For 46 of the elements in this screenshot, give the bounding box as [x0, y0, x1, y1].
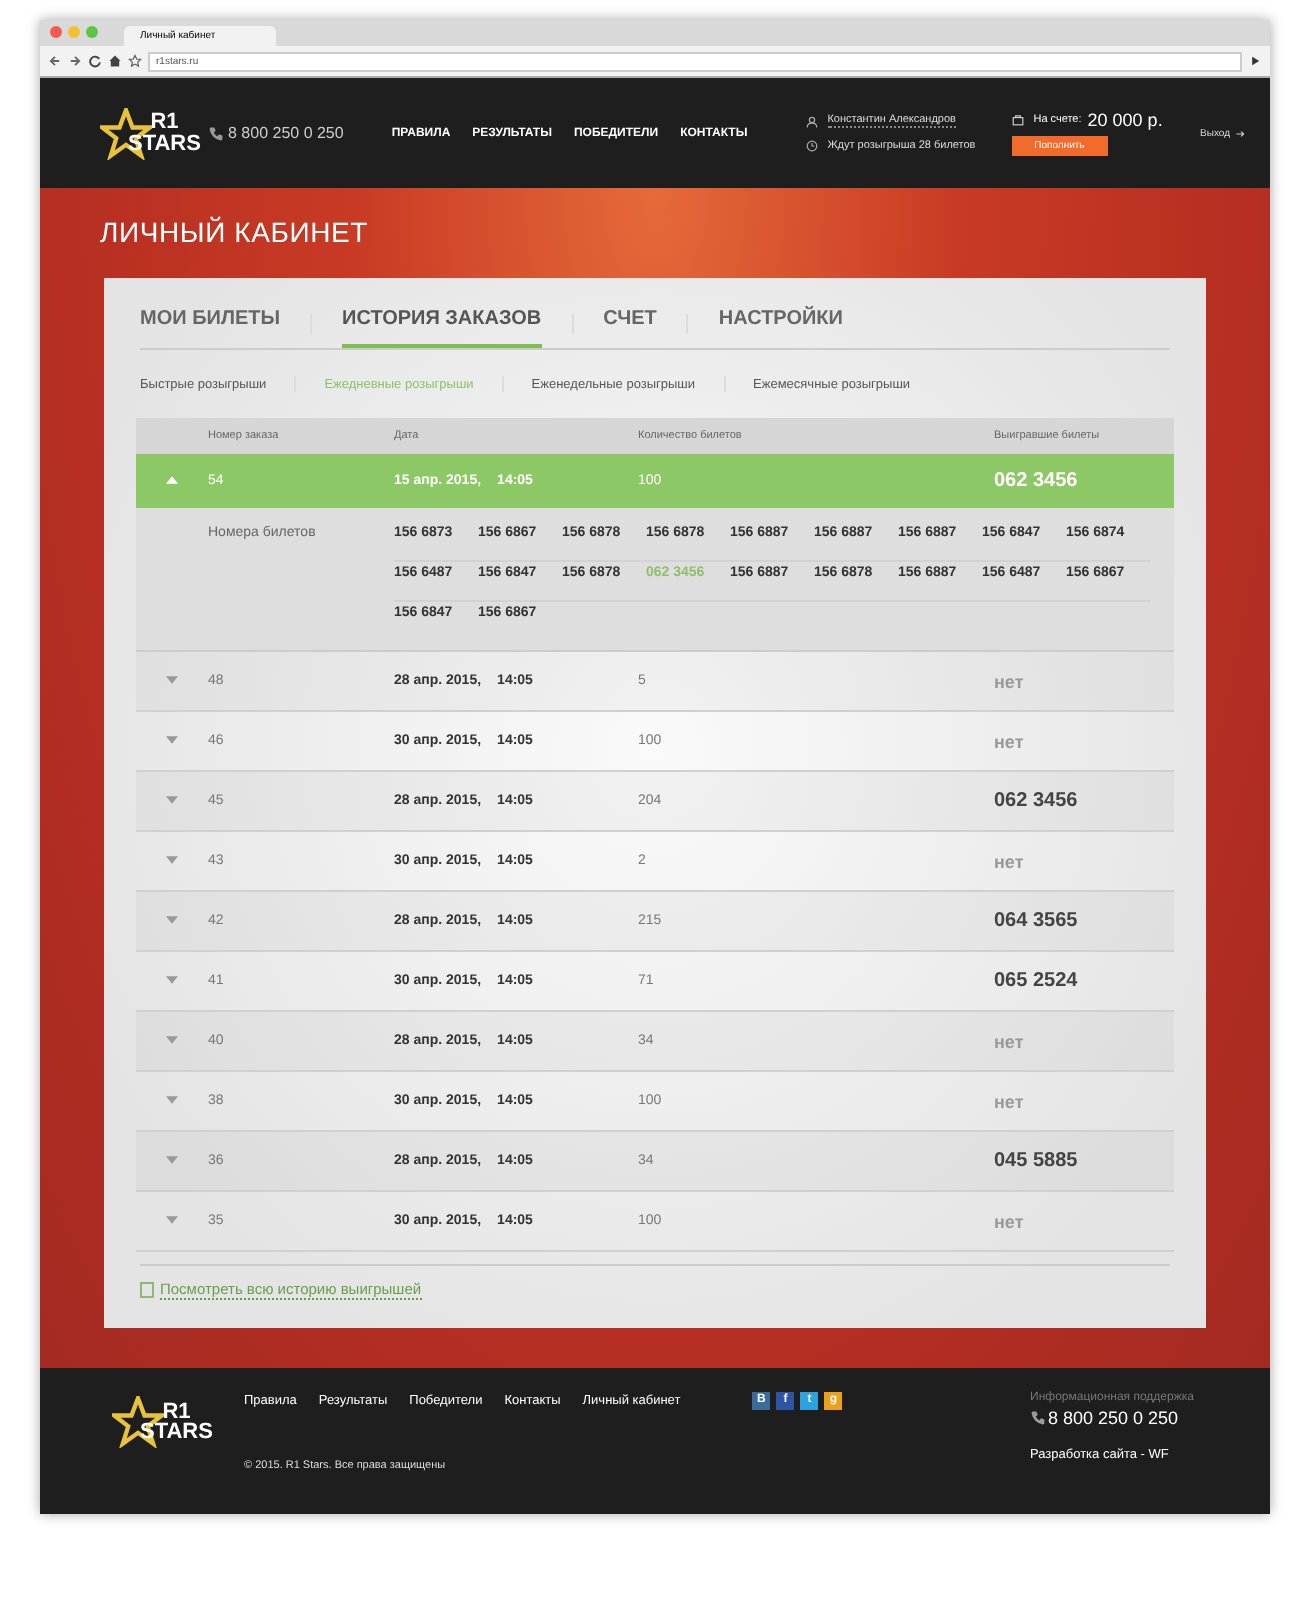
caret-icon[interactable] [166, 1096, 178, 1104]
caret-icon[interactable] [166, 1156, 178, 1164]
balance-amount: 20 000 р. [1087, 110, 1163, 130]
caret-icon[interactable] [166, 476, 178, 484]
caret-icon[interactable] [166, 1216, 178, 1224]
tab[interactable]: МОИ БИЛЕТЫ [140, 300, 281, 348]
caret-icon[interactable] [166, 976, 178, 984]
winning-ticket: 062 3456 [994, 470, 1080, 492]
page-title: ЛИЧНЫЙ КАБИНЕТ [100, 216, 370, 248]
caret-icon[interactable] [166, 916, 178, 924]
tab[interactable]: ИСТОРИЯ ЗАКАЗОВ [342, 300, 542, 348]
winning-ticket: 062 3456 [994, 790, 1080, 812]
support-phone: 8 800 250 0 250 [1048, 1408, 1179, 1428]
tab[interactable]: НАСТРОЙКИ [718, 300, 843, 348]
phone-icon [208, 125, 224, 141]
winning-ticket: нет [994, 1211, 1026, 1231]
caret-icon[interactable] [166, 1036, 178, 1044]
wallet-icon [1011, 114, 1024, 126]
document-icon [140, 1282, 154, 1298]
minimize-window-icon[interactable] [68, 26, 80, 38]
caret-icon[interactable] [166, 856, 178, 864]
maximize-window-icon[interactable] [86, 26, 98, 38]
winning-ticket: 064 3565 [994, 910, 1080, 932]
home-icon[interactable] [108, 54, 122, 68]
winning-ticket: нет [994, 1031, 1026, 1051]
back-icon[interactable] [48, 54, 62, 68]
winning-ticket: нет [994, 1091, 1026, 1111]
winning-ticket: 065 2524 [994, 970, 1080, 992]
reload-icon[interactable] [88, 54, 102, 68]
phone-number: 8 800 250 0 250 [228, 124, 344, 142]
winning-ticket: нет [994, 851, 1026, 871]
winning-ticket: 045 5885 [994, 1150, 1080, 1172]
caret-icon[interactable] [166, 796, 178, 804]
logout-icon[interactable] [1234, 127, 1246, 139]
phone-icon [1030, 1410, 1046, 1426]
caret-icon[interactable] [166, 676, 178, 684]
winning-ticket: нет [994, 731, 1026, 751]
caret-icon[interactable] [166, 736, 178, 744]
winning-ticket: нет [994, 671, 1026, 691]
forward-icon[interactable] [68, 54, 82, 68]
clock-icon [805, 140, 818, 152]
play-icon[interactable] [1248, 54, 1262, 68]
star-icon[interactable] [128, 54, 142, 68]
close-window-icon[interactable] [50, 26, 62, 38]
tab[interactable]: СЧЕТ [603, 300, 657, 348]
user-icon [805, 115, 818, 127]
